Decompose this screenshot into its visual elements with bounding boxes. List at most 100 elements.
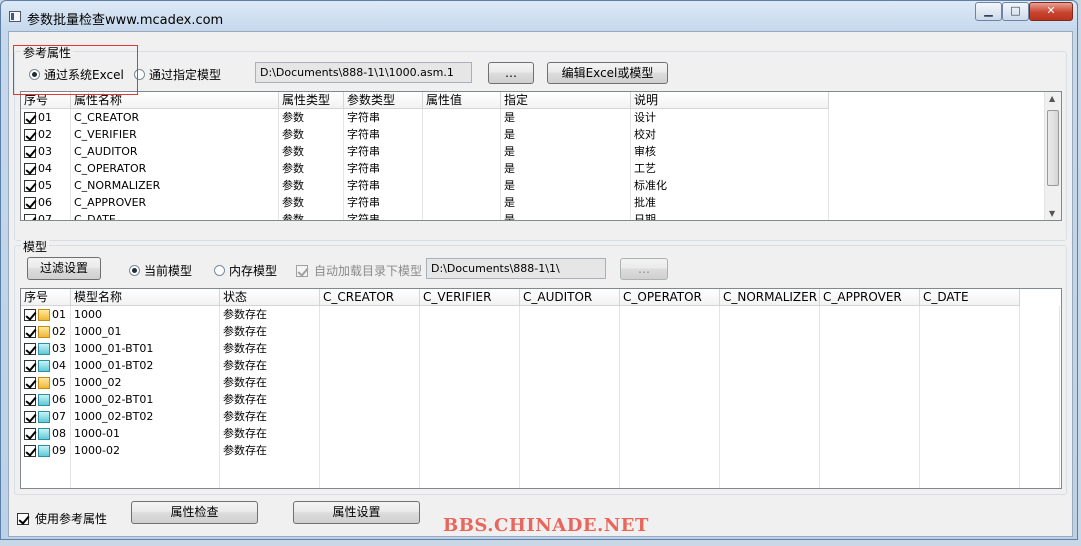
- model-cell: [520, 442, 620, 459]
- attr-no-text: 01: [38, 110, 52, 124]
- window-title: 参数批量检查www.mcadex.com: [27, 13, 224, 28]
- attr-col-param-type[interactable]: 参数类型: [344, 92, 423, 109]
- model-col-date[interactable]: C_DATE: [920, 289, 1020, 306]
- row-checkbox[interactable]: [24, 128, 36, 141]
- row-checkbox[interactable]: [24, 427, 36, 440]
- attr-cell: 审核: [631, 143, 829, 160]
- row-checkbox[interactable]: [24, 145, 36, 158]
- model-col-normalizer[interactable]: C_NORMALIZER: [720, 289, 820, 306]
- row-checkbox[interactable]: [24, 376, 36, 389]
- row-checkbox[interactable]: [24, 162, 36, 175]
- model-cell: [520, 357, 620, 374]
- model-browse-button[interactable]: …: [620, 258, 668, 280]
- model-col-name[interactable]: 模型名称: [71, 289, 220, 306]
- ref-browse-button[interactable]: …: [488, 62, 534, 84]
- row-checkbox[interactable]: [24, 325, 36, 338]
- use-ref-attr-checkbox[interactable]: 使用参考属性: [17, 510, 107, 527]
- model-table-row[interactable]: 06 1000_02-BT01 参数存在: [21, 391, 1060, 408]
- auto-load-checkbox[interactable]: 自动加载目录下模型: [296, 262, 422, 279]
- model-no-text: 03: [52, 341, 66, 355]
- model-no-text: 01: [52, 307, 66, 321]
- attr-cell: C_APPROVER: [71, 194, 279, 211]
- attr-check-button[interactable]: 属性检查: [131, 501, 258, 524]
- radio-dot-current[interactable]: [129, 265, 140, 276]
- app-icon: [9, 11, 21, 22]
- model-name-cell: 1000-02: [71, 442, 220, 459]
- attr-table-row[interactable]: 01 C_CREATOR 参数 字符串 是设计: [21, 109, 1045, 126]
- model-table-row[interactable]: 07 1000_02-BT02 参数存在: [21, 408, 1060, 425]
- model-cell: [21, 459, 71, 476]
- scroll-thumb[interactable]: [1047, 110, 1059, 186]
- row-checkbox[interactable]: [24, 410, 36, 423]
- ref-path-field[interactable]: D:\Documents\888-1\1\1000.asm.1: [255, 62, 472, 83]
- model-cell: [420, 391, 520, 408]
- row-checkbox[interactable]: [24, 111, 36, 124]
- attr-table-row[interactable]: 02 C_VERIFIER 参数 字符串 是校对: [21, 126, 1045, 143]
- row-checkbox[interactable]: [24, 393, 36, 406]
- attr-col-assign[interactable]: 指定: [501, 92, 631, 109]
- model-table-row[interactable]: 02 1000_01 参数存在: [21, 323, 1060, 340]
- radio-dot-memory[interactable]: [214, 265, 225, 276]
- radio-current-model[interactable]: 当前模型: [129, 262, 192, 279]
- model-table-row[interactable]: 09 1000-02 参数存在: [21, 442, 1060, 459]
- radio-specified-model[interactable]: 通过指定模型: [134, 66, 221, 83]
- model-col-no[interactable]: 序号: [21, 289, 71, 306]
- attr-table-row[interactable]: 03 C_AUDITOR 参数 字符串 是审核: [21, 143, 1045, 160]
- model-cell: 06: [21, 391, 71, 408]
- model-cell: [320, 442, 420, 459]
- row-checkbox[interactable]: [24, 359, 36, 372]
- attr-col-value[interactable]: 属性值: [423, 92, 501, 109]
- model-col-creator[interactable]: C_CREATOR: [320, 289, 420, 306]
- model-cell: [320, 408, 420, 425]
- scroll-down-icon[interactable]: ▼: [1049, 209, 1055, 218]
- model-col-operator[interactable]: C_OPERATOR: [620, 289, 720, 306]
- row-checkbox[interactable]: [24, 179, 36, 192]
- attr-cell: 参数: [279, 143, 344, 160]
- attr-table-row[interactable]: 04 C_OPERATOR 参数 字符串 是工艺: [21, 160, 1045, 177]
- model-col-verifier[interactable]: C_VERIFIER: [420, 289, 520, 306]
- model-col-status[interactable]: 状态: [220, 289, 320, 306]
- model-cell: [620, 459, 720, 476]
- model-cell: [520, 340, 620, 357]
- model-cell: [1020, 323, 1060, 340]
- model-group-title: 模型: [21, 238, 50, 255]
- row-checkbox[interactable]: [24, 342, 36, 355]
- title-bar: 参数批量检查www.mcadex.com ▁ □ ✕: [1, 1, 1077, 31]
- scroll-up-icon[interactable]: ▲: [1049, 94, 1055, 103]
- attr-table-row[interactable]: 06 C_APPROVER 参数 字符串 是批准: [21, 194, 1045, 211]
- model-col-approver[interactable]: C_APPROVER: [820, 289, 920, 306]
- row-checkbox[interactable]: [24, 196, 36, 209]
- model-cell: [920, 476, 1020, 488]
- attr-table-scrollbar[interactable]: ▲ ▼: [1044, 92, 1061, 220]
- radio-specified-model-label: 通过指定模型: [149, 68, 222, 82]
- use-ref-check-icon[interactable]: [17, 512, 29, 525]
- row-checkbox[interactable]: [24, 213, 36, 220]
- model-table-row[interactable]: 01 1000 参数存在: [21, 306, 1060, 323]
- radio-memory-model[interactable]: 内存模型: [214, 262, 277, 279]
- model-table-row[interactable]: 03 1000_01-BT01 参数存在: [21, 340, 1060, 357]
- attr-no-text: 07: [38, 212, 52, 221]
- filter-settings-button[interactable]: 过滤设置: [27, 257, 101, 280]
- model-cell: [420, 357, 520, 374]
- maximize-button[interactable]: □: [1002, 2, 1029, 21]
- attr-cell: 标准化: [631, 177, 829, 194]
- attr-settings-button[interactable]: 属性设置: [293, 501, 420, 524]
- model-table-row[interactable]: 05 1000_02 参数存在: [21, 374, 1060, 391]
- auto-load-check-icon[interactable]: [296, 264, 308, 277]
- model-table-row[interactable]: 08 1000-01 参数存在: [21, 425, 1060, 442]
- edit-excel-button[interactable]: 编辑Excel或模型: [547, 62, 668, 84]
- model-path-field[interactable]: D:\Documents\888-1\1\: [426, 258, 606, 279]
- model-col-auditor[interactable]: C_AUDITOR: [520, 289, 620, 306]
- row-checkbox[interactable]: [24, 444, 36, 457]
- model-cell: [220, 459, 320, 476]
- attr-table-row[interactable]: 05 C_NORMALIZER 参数 字符串 是标准化: [21, 177, 1045, 194]
- attr-table-row[interactable]: 07 C_DATE 参数 字符串 是日期: [21, 211, 1045, 221]
- model-cell: [720, 391, 820, 408]
- attr-cell: 字符串: [344, 194, 423, 211]
- model-table-row[interactable]: 04 1000_01-BT02 参数存在: [21, 357, 1060, 374]
- attr-col-type[interactable]: 属性类型: [279, 92, 344, 109]
- close-button[interactable]: ✕: [1029, 2, 1073, 21]
- attr-col-desc[interactable]: 说明: [631, 92, 829, 109]
- minimize-button[interactable]: ▁: [975, 2, 1002, 21]
- row-checkbox[interactable]: [24, 308, 36, 321]
